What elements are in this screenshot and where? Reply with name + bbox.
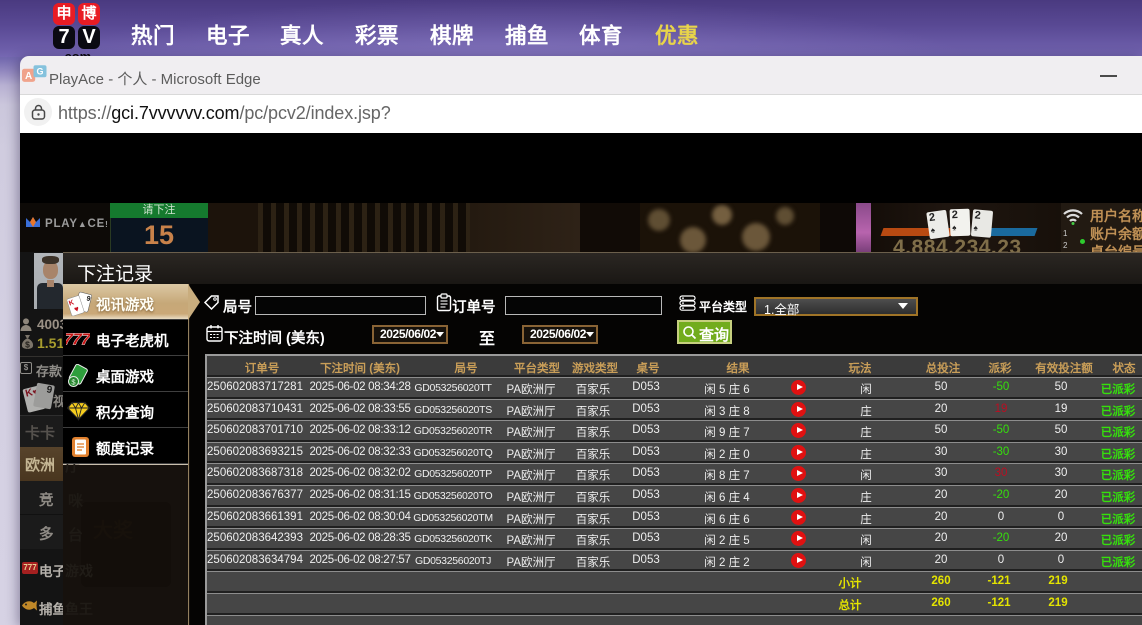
svg-text:777: 777 [66, 331, 90, 348]
svg-text:$: $ [25, 340, 30, 350]
svg-text:G: G [36, 67, 43, 77]
svg-text:A: A [25, 71, 32, 82]
